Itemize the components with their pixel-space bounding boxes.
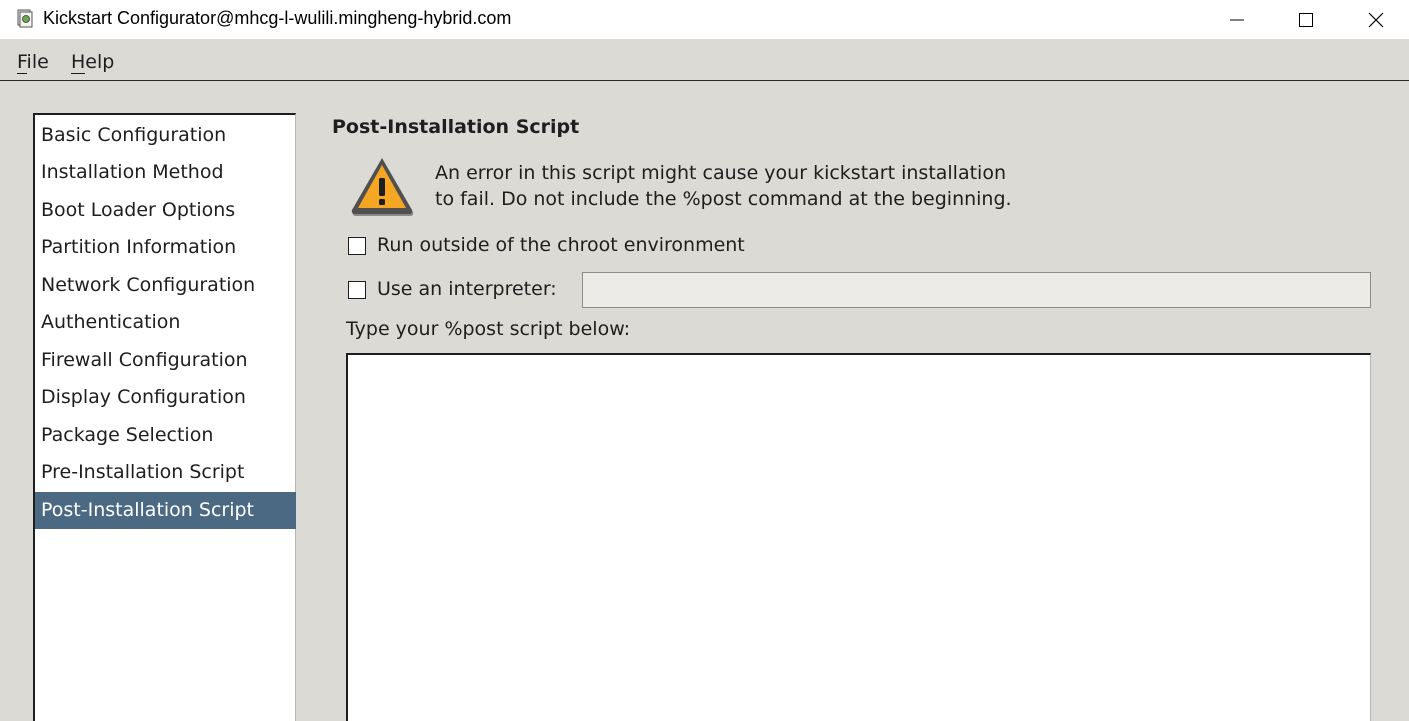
menu-help[interactable]: Help <box>71 51 115 74</box>
sidebar-item-display-configuration[interactable]: Display Configuration <box>35 379 296 416</box>
interpreter-checkbox[interactable] <box>348 281 366 299</box>
page-title: Post-Installation Script <box>332 116 580 138</box>
title-bar: Kickstart Configurator@mhcg-l-wulili.min… <box>0 0 1409 39</box>
menu-help-label: Help <box>71 51 115 73</box>
sidebar-item-network-configuration[interactable]: Network Configuration <box>35 267 296 304</box>
sidebar-item-basic-configuration[interactable]: Basic Configuration <box>35 117 296 154</box>
warning-line-2: to fail. Do not include the %post comman… <box>435 188 1012 210</box>
warning-message: An error in this script might cause your… <box>435 160 1012 212</box>
interpreter-checkbox-label[interactable]: Use an interpreter: <box>377 278 557 300</box>
mnemonic-underline <box>17 73 27 74</box>
sidebar-item-pre-installation-script[interactable]: Pre-Installation Script <box>35 454 296 491</box>
menu-file[interactable]: File <box>17 51 49 74</box>
sidebar-item-boot-loader-options[interactable]: Boot Loader Options <box>35 192 296 229</box>
minimize-icon <box>1230 19 1244 20</box>
menu-file-label: File <box>17 51 49 73</box>
sidebar-item-authentication[interactable]: Authentication <box>35 304 296 341</box>
mnemonic-underline <box>71 73 85 74</box>
menu-bar: File Help <box>0 43 1409 81</box>
sidebar-item-package-selection[interactable]: Package Selection <box>35 417 296 454</box>
sidebar-item-firewall-configuration[interactable]: Firewall Configuration <box>35 342 296 379</box>
script-label: Type your %post script below: <box>346 318 631 340</box>
warning-line-1: An error in this script might cause your… <box>435 162 1007 184</box>
maximize-button[interactable] <box>1272 0 1340 39</box>
window-title: Kickstart Configurator@mhcg-l-wulili.min… <box>43 8 512 28</box>
app-icon <box>17 9 33 28</box>
chroot-checkbox[interactable] <box>348 237 366 255</box>
warning-triangle-icon <box>351 158 414 216</box>
close-button[interactable] <box>1342 0 1409 39</box>
sidebar-item-post-installation-script[interactable]: Post-Installation Script <box>35 492 296 529</box>
close-icon <box>1368 12 1384 27</box>
post-script-textarea[interactable] <box>346 353 1371 721</box>
kickstart-window: Kickstart Configurator@mhcg-l-wulili.min… <box>0 0 1409 721</box>
chroot-checkbox-label[interactable]: Run outside of the chroot environment <box>377 234 745 256</box>
maximize-icon <box>1299 12 1313 27</box>
sidebar-item-partition-information[interactable]: Partition Information <box>35 229 296 266</box>
section-list: Basic Configuration Installation Method … <box>33 113 296 721</box>
interpreter-input[interactable] <box>582 272 1371 308</box>
minimize-button[interactable] <box>1203 0 1271 39</box>
sidebar-item-installation-method[interactable]: Installation Method <box>35 154 296 191</box>
